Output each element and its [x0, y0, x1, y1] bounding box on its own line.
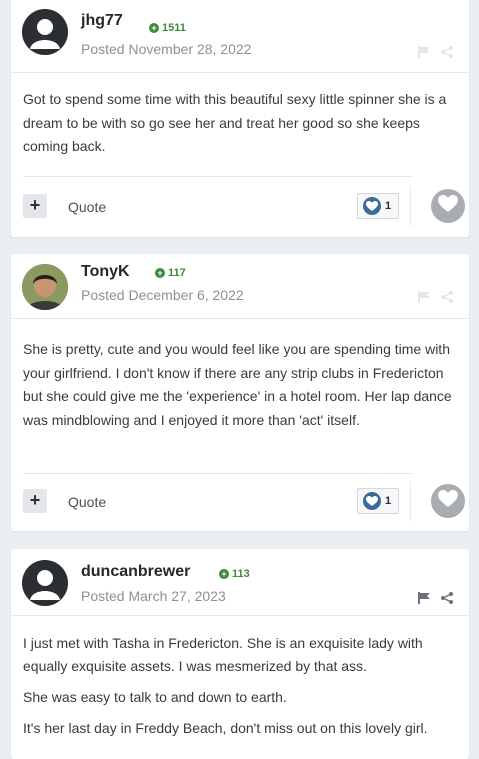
reputation-count: 1511: [162, 22, 186, 34]
flag-icon[interactable]: [417, 290, 431, 308]
post-card: jhg77 + 1511 Posted November 28, 2022 Go…: [11, 0, 469, 237]
reputation-badge: + 113: [219, 568, 250, 580]
post-card: TonyK + 117 Posted December 6, 2022 She …: [11, 254, 469, 531]
reputation-count: 113: [232, 568, 250, 580]
author-name[interactable]: duncanbrewer: [81, 563, 190, 581]
reaction-count[interactable]: 1: [357, 488, 399, 514]
reaction-count[interactable]: 1: [357, 193, 399, 219]
post-meta-icons: [417, 45, 453, 63]
post-content: She is pretty, cute and you would feel l…: [23, 338, 455, 439]
avatar[interactable]: [22, 560, 68, 606]
post-paragraph: She was easy to talk to and down to eart…: [23, 689, 287, 705]
flag-icon[interactable]: [417, 591, 431, 609]
post-date[interactable]: Posted March 27, 2023: [81, 588, 226, 604]
share-icon[interactable]: [441, 290, 453, 308]
reputation-count: 117: [168, 267, 186, 279]
react-button[interactable]: [431, 484, 465, 518]
post-card: duncanbrewer + 113 Posted March 27, 2023…: [11, 549, 469, 759]
author-name[interactable]: TonyK: [81, 263, 130, 281]
avatar[interactable]: [22, 9, 68, 55]
post-paragraph: Got to spend some time with this beautif…: [23, 91, 447, 154]
flag-icon[interactable]: [417, 45, 431, 63]
multiquote-button[interactable]: +: [23, 194, 47, 218]
reaction-separator: [410, 186, 411, 226]
post-paragraph: I just met with Tasha in Fredericton. Sh…: [23, 635, 423, 674]
header-divider: [11, 318, 469, 319]
avatar[interactable]: [22, 264, 68, 310]
quote-button[interactable]: Quote: [68, 199, 106, 215]
post-content: I just met with Tasha in Fredericton. Sh…: [23, 632, 455, 747]
quote-button[interactable]: Quote: [68, 494, 106, 510]
reaction-separator: [410, 481, 411, 521]
post-date[interactable]: Posted November 28, 2022: [81, 41, 251, 57]
heart-icon: [363, 492, 381, 510]
plus-circle-icon: +: [155, 268, 165, 278]
multiquote-button[interactable]: +: [23, 489, 47, 513]
post-paragraph: It's her last day in Freddy Beach, don't…: [23, 720, 428, 736]
heart-icon: [438, 489, 458, 513]
footer-divider: [23, 473, 413, 474]
heart-icon: [363, 197, 381, 215]
share-icon[interactable]: [441, 591, 453, 609]
post-meta-icons: [417, 591, 453, 609]
reputation-badge: + 117: [155, 267, 186, 279]
share-icon[interactable]: [441, 45, 453, 63]
post-content: Got to spend some time with this beautif…: [23, 88, 455, 166]
plus-circle-icon: +: [149, 23, 159, 33]
header-divider: [11, 72, 469, 73]
post-date[interactable]: Posted December 6, 2022: [81, 287, 244, 303]
plus-icon: +: [29, 195, 41, 215]
reaction-number: 1: [385, 495, 392, 507]
author-name[interactable]: jhg77: [81, 12, 123, 30]
reaction-number: 1: [385, 200, 392, 212]
header-divider: [11, 615, 469, 616]
plus-circle-icon: +: [219, 569, 229, 579]
footer-divider: [23, 176, 413, 177]
reputation-badge: + 1511: [149, 22, 186, 34]
heart-icon: [438, 194, 458, 218]
post-meta-icons: [417, 290, 453, 308]
plus-icon: +: [29, 490, 41, 510]
react-button[interactable]: [431, 189, 465, 223]
post-paragraph: She is pretty, cute and you would feel l…: [23, 341, 452, 428]
